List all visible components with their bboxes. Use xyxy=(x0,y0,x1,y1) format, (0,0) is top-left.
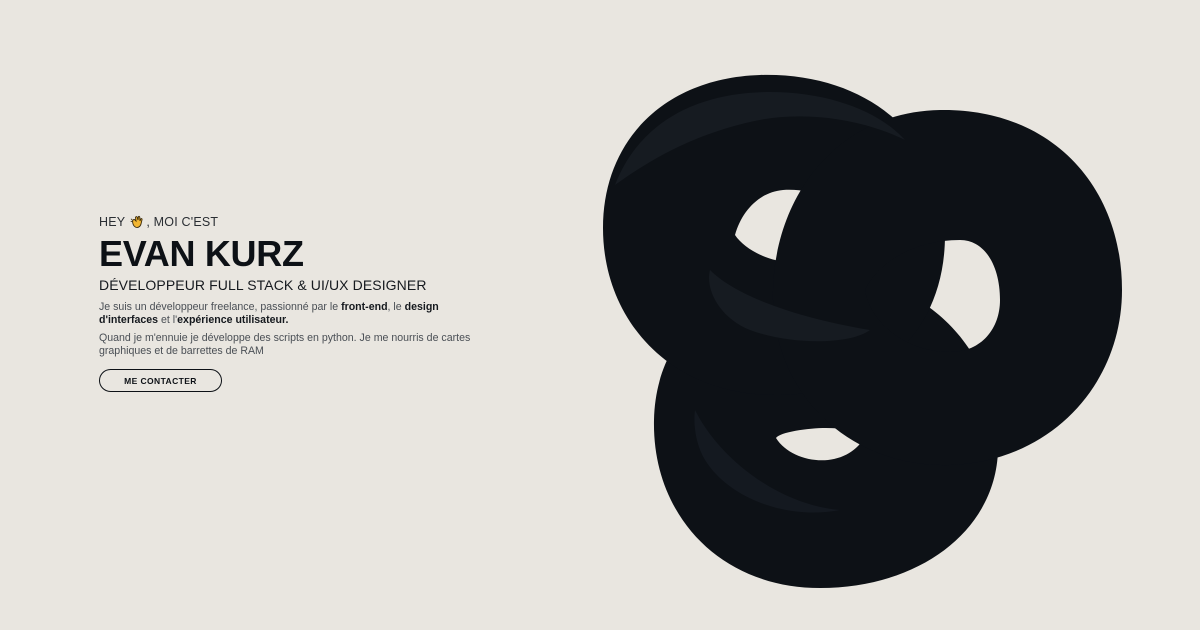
page-title: EVAN KURZ xyxy=(99,233,304,274)
ring-right xyxy=(772,109,1122,466)
greeting-suffix: , MOI C'EST xyxy=(146,215,219,229)
greeting-prefix: HEY xyxy=(99,215,126,229)
description-hobby: Quand je m'ennuie je développe des scrip… xyxy=(99,332,471,357)
contact-button[interactable]: ME CONTACTER xyxy=(99,369,222,392)
hero-intro: HEY , MOI C'EST EVAN KURZ DÉVELOPPEUR FU… xyxy=(99,214,479,358)
role-subtitle: DÉVELOPPEUR FULL STACK & UI/UX DESIGNER xyxy=(99,277,427,293)
greeting-line: HEY , MOI C'EST xyxy=(99,214,479,230)
description-text: , le xyxy=(387,301,405,313)
description-text: Je suis un développeur freelance, passio… xyxy=(99,301,342,313)
hero-page: HEY , MOI C'EST EVAN KURZ DÉVELOPPEUR FU… xyxy=(0,0,1200,630)
description-intro: Je suis un développeur freelance, passio… xyxy=(99,301,479,327)
waving-hand-icon xyxy=(130,215,144,229)
description-text: et l' xyxy=(158,314,178,326)
description-highlight: front-end xyxy=(341,301,388,313)
description-highlight: expérience utilisateur. xyxy=(177,314,289,326)
torus-knot-artwork xyxy=(603,74,1122,588)
